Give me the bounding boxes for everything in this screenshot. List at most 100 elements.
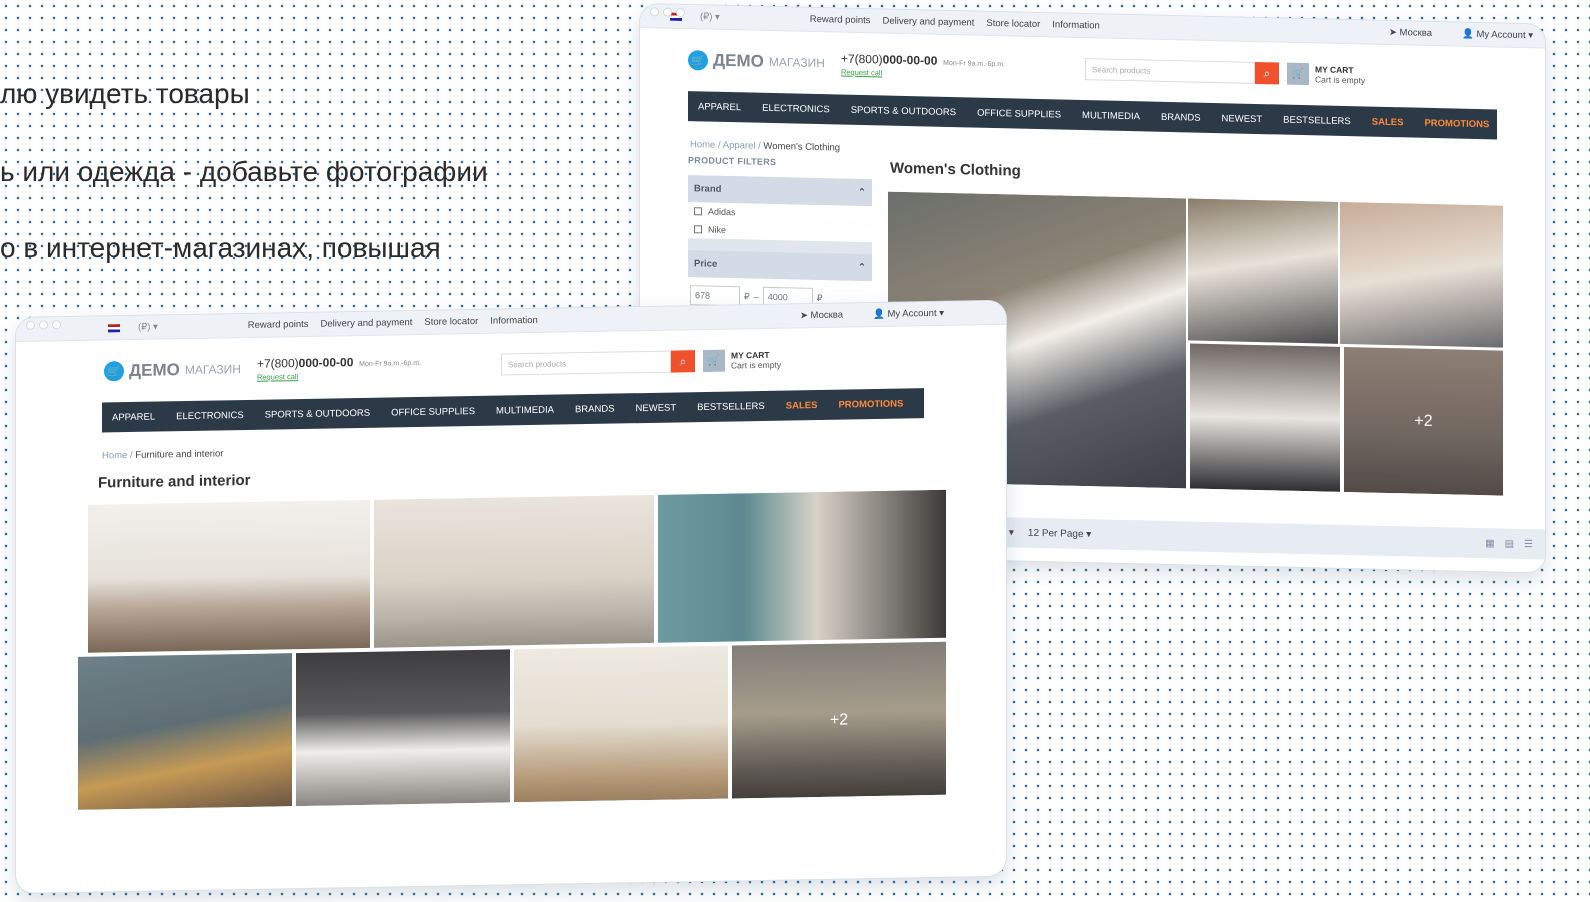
nav-sales[interactable]: SALES — [786, 400, 818, 412]
chevron-up-icon: ⌃ — [858, 261, 866, 274]
search-button[interactable]: ⌕ — [671, 350, 696, 373]
link-reward-points[interactable]: Reward points — [248, 319, 309, 331]
nav-sales[interactable]: SALES — [1372, 116, 1404, 128]
nav-office[interactable]: OFFICE SUPPLIES — [977, 107, 1061, 120]
checkbox[interactable] — [694, 225, 702, 234]
nav-electronics[interactable]: ELECTRONICS — [762, 102, 830, 115]
account-label: My Account ▾ — [887, 307, 944, 320]
logo-sub: МАГАЗИН — [184, 362, 241, 378]
hours: Mon-Fr 9a.m.-6p.m. — [359, 359, 422, 368]
price-min-input[interactable]: 678 — [690, 285, 740, 307]
link-store-locator[interactable]: Store locator — [424, 316, 478, 328]
gallery: +2 — [78, 489, 946, 810]
city-selector[interactable]: ➤ Москва — [1389, 27, 1432, 39]
filter-option-nike[interactable]: Nike — [688, 220, 872, 243]
crumb-home[interactable]: Home — [102, 450, 127, 461]
nav-sports[interactable]: SPORTS & OUTDOORS — [265, 407, 370, 420]
crumb-current: Furniture and interior — [135, 448, 224, 461]
search-icon: ⌕ — [679, 353, 687, 368]
nav-sports[interactable]: SPORTS & OUTDOORS — [851, 104, 956, 117]
chevron-up-icon: ⌃ — [858, 186, 866, 199]
currency-selector[interactable]: (₽) ▾ — [700, 11, 720, 22]
logo[interactable]: 🛒 ДЕМО МАГАЗИН — [688, 50, 825, 73]
nav-apparel[interactable]: APPAREL — [112, 411, 155, 423]
crumb-apparel[interactable]: Apparel — [723, 140, 756, 152]
request-call-link[interactable]: Request call — [257, 369, 421, 382]
gallery-photo[interactable] — [1340, 201, 1503, 348]
gallery-photo[interactable] — [1190, 343, 1340, 492]
checkbox[interactable] — [694, 207, 702, 216]
flag-icon[interactable] — [108, 323, 120, 332]
gallery-photo[interactable] — [514, 645, 728, 803]
account-label: My Account ▾ — [1476, 28, 1533, 42]
per-page[interactable]: 12 Per Page ▾ — [1028, 527, 1091, 539]
phone-block: +7(800)000-00-00 Mon-Fr 9a.m.-6p.m. Requ… — [257, 353, 422, 382]
link-delivery[interactable]: Delivery and payment — [883, 16, 975, 29]
nav-brands[interactable]: BRANDS — [575, 403, 615, 415]
cart-icon: 🛒 — [1287, 62, 1310, 86]
cart-logo-icon: 🛒 — [104, 361, 124, 382]
search-button[interactable]: ⌕ — [1255, 61, 1280, 85]
filters-heading: PRODUCT FILTERS — [688, 155, 777, 168]
grid-view-icon[interactable]: ▦ — [1485, 538, 1494, 549]
request-call-link[interactable]: Request call — [841, 67, 1005, 80]
account-menu[interactable]: 👤 My Account ▾ — [1462, 29, 1533, 42]
store-window-furniture: (₽) ▾ Reward points Delivery and payment… — [16, 300, 1006, 893]
nav-office[interactable]: OFFICE SUPPLIES — [391, 405, 475, 417]
search-input[interactable]: Search products — [501, 350, 672, 376]
account-menu[interactable]: 👤 My Account ▾ — [873, 308, 944, 320]
logo-sub: МАГАЗИН — [768, 54, 825, 71]
window-controls[interactable] — [26, 320, 61, 330]
page-title: Women's Clothing — [890, 159, 1021, 180]
gallery-photo[interactable] — [88, 499, 370, 653]
cart-status: Cart is empty — [731, 359, 782, 371]
cart-status: Cart is empty — [1315, 74, 1366, 86]
search-input[interactable]: Search products — [1085, 58, 1256, 84]
cart-widget[interactable]: 🛒 MY CART Cart is empty — [703, 349, 782, 373]
more-count: +2 — [1344, 346, 1503, 496]
gallery-photo[interactable] — [296, 649, 510, 807]
link-information[interactable]: Information — [1052, 19, 1100, 31]
gallery-photo[interactable] — [78, 653, 292, 810]
gallery-photo[interactable] — [374, 494, 654, 648]
link-reward-points[interactable]: Reward points — [810, 14, 871, 26]
nav-bestsellers[interactable]: BESTSELLERS — [697, 400, 765, 412]
link-information[interactable]: Information — [490, 315, 538, 327]
gallery-photo[interactable] — [658, 489, 946, 643]
page-title: Furniture and interior — [98, 471, 251, 492]
nav-newest[interactable]: NEWEST — [1222, 113, 1263, 125]
logo-main: ДЕМО — [713, 50, 764, 71]
nav-promotions[interactable]: PROMOTIONS — [1424, 117, 1489, 129]
hours: Mon-Fr 9a.m.-6p.m. — [943, 59, 1006, 68]
nav-multimedia[interactable]: MULTIMEDIA — [496, 404, 554, 416]
gallery-photo[interactable] — [1188, 198, 1338, 344]
filter-brand-header[interactable]: Brand ⌃ — [688, 175, 872, 207]
compact-view-icon[interactable]: ▤ — [1505, 538, 1514, 549]
link-store-locator[interactable]: Store locator — [986, 18, 1040, 30]
list-view-icon[interactable]: ☰ — [1524, 539, 1533, 550]
crumb-home[interactable]: Home — [690, 139, 715, 151]
cart-logo-icon: 🛒 — [688, 50, 708, 71]
gallery-photo-more[interactable]: +2 — [732, 641, 946, 799]
city-selector[interactable]: ➤ Москва — [800, 310, 843, 322]
nav-electronics[interactable]: ELECTRONICS — [176, 410, 244, 422]
cart-widget[interactable]: 🛒 MY CART Cart is empty — [1287, 62, 1366, 87]
logo[interactable]: 🛒 ДЕМО МАГАЗИН — [104, 359, 241, 382]
nav-brands[interactable]: BRANDS — [1161, 111, 1201, 123]
nav-apparel[interactable]: APPAREL — [698, 101, 741, 113]
cart-icon: 🛒 — [703, 349, 726, 373]
user-icon: 👤 — [873, 308, 885, 321]
nav-multimedia[interactable]: MULTIMEDIA — [1082, 110, 1140, 122]
nav-newest[interactable]: NEWEST — [636, 402, 677, 414]
gallery-photo-more[interactable]: +2 — [1344, 346, 1503, 496]
slide-line-1: лю увидеть товары — [0, 78, 250, 109]
nav-promotions[interactable]: PROMOTIONS — [838, 398, 903, 410]
currency-selector[interactable]: (₽) ▾ — [138, 322, 158, 333]
more-count: +2 — [732, 641, 946, 799]
link-delivery[interactable]: Delivery and payment — [321, 317, 413, 330]
crumb-current: Women's Clothing — [763, 140, 841, 154]
window-controls[interactable] — [650, 7, 685, 18]
user-icon: 👤 — [1462, 28, 1474, 40]
nav-bestsellers[interactable]: BESTSELLERS — [1283, 114, 1351, 127]
filter-price-header[interactable]: Price ⌃ — [688, 250, 872, 282]
